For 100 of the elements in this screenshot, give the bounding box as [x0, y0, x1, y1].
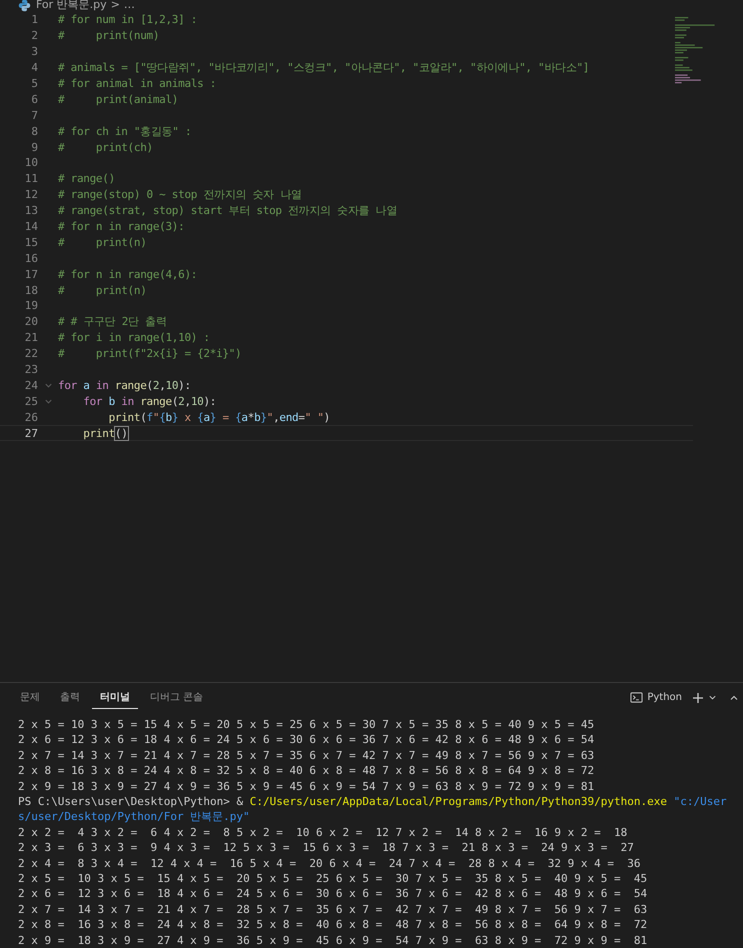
code-text: ):: [203, 394, 216, 408]
code-variable: b: [108, 394, 115, 408]
python-file-icon: [18, 0, 31, 12]
code-keyword: for: [58, 378, 77, 392]
code-bracket: (): [114, 426, 128, 440]
line-number: 15: [24, 236, 38, 249]
code-text: ,: [273, 410, 280, 424]
line-number: 20: [24, 315, 38, 328]
panel-tab[interactable]: 터미널: [92, 686, 138, 710]
code-comment: # # 구구단 2단 출력: [58, 315, 166, 328]
terminal-output-line: 2 x 6 = 12 3 x 6 = 18 4 x 6 = 24 5 x 6 = 30 6 x 6 = 36 7 x 6 = 42 8 x 6 = 48 9 x 6 = 54: [18, 732, 596, 748]
code-number: 2: [152, 378, 160, 392]
code-keyword: for: [82, 394, 102, 408]
code-string: =: [221, 410, 230, 424]
code-fstring-mark: {: [235, 410, 242, 424]
line-number: 2: [30, 29, 38, 42]
line-number: 11: [24, 172, 38, 186]
code-comment: # print(ch): [58, 140, 153, 154]
code-text: (: [172, 394, 178, 408]
code-comment: # for animal in animals :: [58, 77, 216, 90]
code-comment: # range(stop) 0 ~ stop 전까지의 숫자 나열: [58, 188, 302, 202]
code-function: range: [139, 394, 172, 408]
code-variable: end: [279, 410, 298, 424]
code-fstring-mark: {: [159, 410, 166, 424]
code-text: ):: [178, 378, 191, 392]
line-number: 24: [24, 378, 38, 392]
breadcrumb-file[interactable]: For 반복문.py: [36, 0, 107, 11]
terminal-output-line: 2 x 8 = 16 3 x 8 = 24 4 x 8 = 32 5 x 8 = 40 6 x 8 = 48 7 x 8 = 56 8 x 8 = 64 9 x 8 = 72: [18, 763, 596, 779]
plus-icon[interactable]: [692, 692, 704, 704]
code-text: ,: [184, 394, 191, 408]
code-variable: b: [254, 410, 260, 424]
code-comment: # print(animal): [58, 92, 178, 106]
terminal-output-line: 2 x 5 = 10 3 x 5 = 15 4 x 5 = 20 5 x 5 = 25 6 x 5 = 30 7 x 5 = 35 8 x 5 = 40 9 x 5 = 45: [18, 870, 648, 886]
code-string: ": [152, 410, 160, 424]
line-number: 5: [30, 77, 38, 90]
code-number: 10: [166, 378, 178, 392]
code-fstring-mark: {: [197, 410, 204, 424]
terminal-output-line: 2 x 9 = 18 3 x 9 = 27 4 x 9 = 36 5 x 9 = 45 6 x 9 = 54 7 x 9 = 63 8 x 9 = 72 9 x 9 = 81: [18, 778, 596, 794]
code-function: print: [82, 426, 115, 440]
panel-tab[interactable]: 출력: [52, 686, 88, 710]
code-text: (: [140, 410, 147, 424]
code-fstring-mark: f: [146, 410, 153, 424]
code-comment: # for num in [1,2,3] :: [58, 13, 198, 26]
code-comment: # for ch in "홍길동" :: [58, 124, 192, 138]
panel-tab[interactable]: 디버그 콘솔: [142, 686, 212, 710]
code-fstring-mark: }: [260, 410, 267, 424]
line-number: 27: [24, 426, 38, 440]
terminal-output-line: 2 x 7 = 14 3 x 7 = 21 4 x 7 = 28 5 x 7 = 35 6 x 7 = 42 7 x 7 = 49 8 x 7 = 56 9 x 7 = 63: [18, 902, 648, 918]
terminal-output-line: 2 x 6 = 12 3 x 6 = 18 4 x 6 = 24 5 x 6 = 30 6 x 6 = 36 7 x 6 = 42 8 x 6 = 48 9 x 6 = 54: [18, 886, 648, 902]
line-number: 21: [24, 331, 38, 344]
code-comment: # for i in range(1,10) :: [58, 331, 210, 344]
line-number: 7: [30, 108, 38, 122]
terminal-output-line: 2 x 2 = 4 3 x 2 = 6 4 x 2 = 8 5 x 2 = 10 6 x 2 = 12 7 x 2 = 14 8 x 2 = 16 9 x 2 = 18: [18, 824, 628, 840]
terminal-icon: [630, 691, 644, 704]
code-comment: # print(n): [58, 236, 147, 249]
code-variable: a: [241, 410, 248, 424]
code-keyword: in: [120, 394, 134, 408]
line-number: 14: [24, 220, 38, 234]
terminal-output-line: 2 x 9 = 18 3 x 9 = 27 4 x 9 = 36 5 x 9 = 45 6 x 9 = 54 7 x 9 = 63 8 x 9 = 72 9 x 9 = 81: [18, 932, 648, 948]
code-comment: # print(n): [58, 284, 147, 297]
line-number: 16: [24, 252, 38, 265]
line-number: 10: [24, 156, 38, 170]
code-operator: *: [248, 410, 254, 424]
code-number: 2: [178, 394, 184, 408]
code-text: (: [146, 378, 153, 392]
breadcrumb-separator: >: [110, 0, 120, 11]
terminal-output-line: 2 x 8 = 16 3 x 8 = 24 4 x 8 = 32 5 x 8 = 40 6 x 8 = 48 7 x 8 = 56 8 x 8 = 64 9 x 8 = 72: [18, 917, 648, 933]
code-comment: # for n in range(3):: [58, 220, 184, 234]
line-number: 23: [24, 363, 38, 376]
line-number: 17: [24, 268, 38, 281]
line-number: 26: [24, 410, 38, 424]
terminal-output-line: 2 x 7 = 14 3 x 7 = 21 4 x 7 = 28 5 x 7 = 35 6 x 7 = 42 7 x 7 = 49 8 x 7 = 56 9 x 7 = 63: [18, 748, 596, 764]
code-comment: # animals = ["땅다람쥐", "바다코끼리", "스컹크", "아나콘다", "코알라", "하이에나", "바다소"]: [58, 61, 590, 74]
code-string: " ": [304, 410, 324, 424]
code-comment: # print(f"2x{i} = {2*i}"): [58, 347, 242, 360]
line-number: 12: [24, 188, 38, 202]
terminal-command-line: PS C:\Users\user\Desktop\Python> & C:/Users/user/AppData/Local/Programs/Python/Python39/python.exe "c:/Users/user/Desktop/Python/For 반복문.py": [18, 794, 728, 825]
code-comment: # for n in range(4,6):: [58, 268, 198, 281]
code-function: print: [108, 410, 140, 424]
code-comment: # range(strat, stop) start 부터 stop 전까지의 숫자를 나열: [58, 204, 397, 218]
code-text: ): [324, 410, 330, 424]
line-number: 22: [24, 347, 38, 360]
terminal-name[interactable]: Python: [647, 692, 682, 704]
line-number: 13: [24, 204, 38, 218]
line-number: 8: [30, 124, 38, 138]
breadcrumb-more[interactable]: …: [124, 0, 135, 11]
terminal-output-line: 2 x 5 = 10 3 x 5 = 15 4 x 5 = 20 5 x 5 = 25 6 x 5 = 30 7 x 5 = 35 8 x 5 = 40 9 x 5 = 45: [18, 716, 596, 732]
line-number: 25: [24, 394, 38, 408]
code-text: ,: [159, 378, 166, 392]
code-number: 10: [190, 394, 204, 408]
terminal-output-line: 2 x 4 = 8 3 x 4 = 12 4 x 4 = 16 5 x 4 = 20 6 x 4 = 24 7 x 4 = 28 8 x 4 = 32 9 x 4 = 36: [18, 856, 642, 871]
panel-tab[interactable]: 문제: [12, 686, 48, 710]
code-fstring-mark: }: [172, 410, 178, 424]
code-keyword: in: [94, 378, 109, 392]
line-number: 3: [30, 45, 38, 58]
line-number: 9: [30, 140, 38, 154]
line-number: 19: [24, 299, 38, 312]
code-variable: b: [166, 410, 172, 424]
code-operator: =: [298, 410, 305, 424]
code-string: ": [266, 410, 274, 424]
